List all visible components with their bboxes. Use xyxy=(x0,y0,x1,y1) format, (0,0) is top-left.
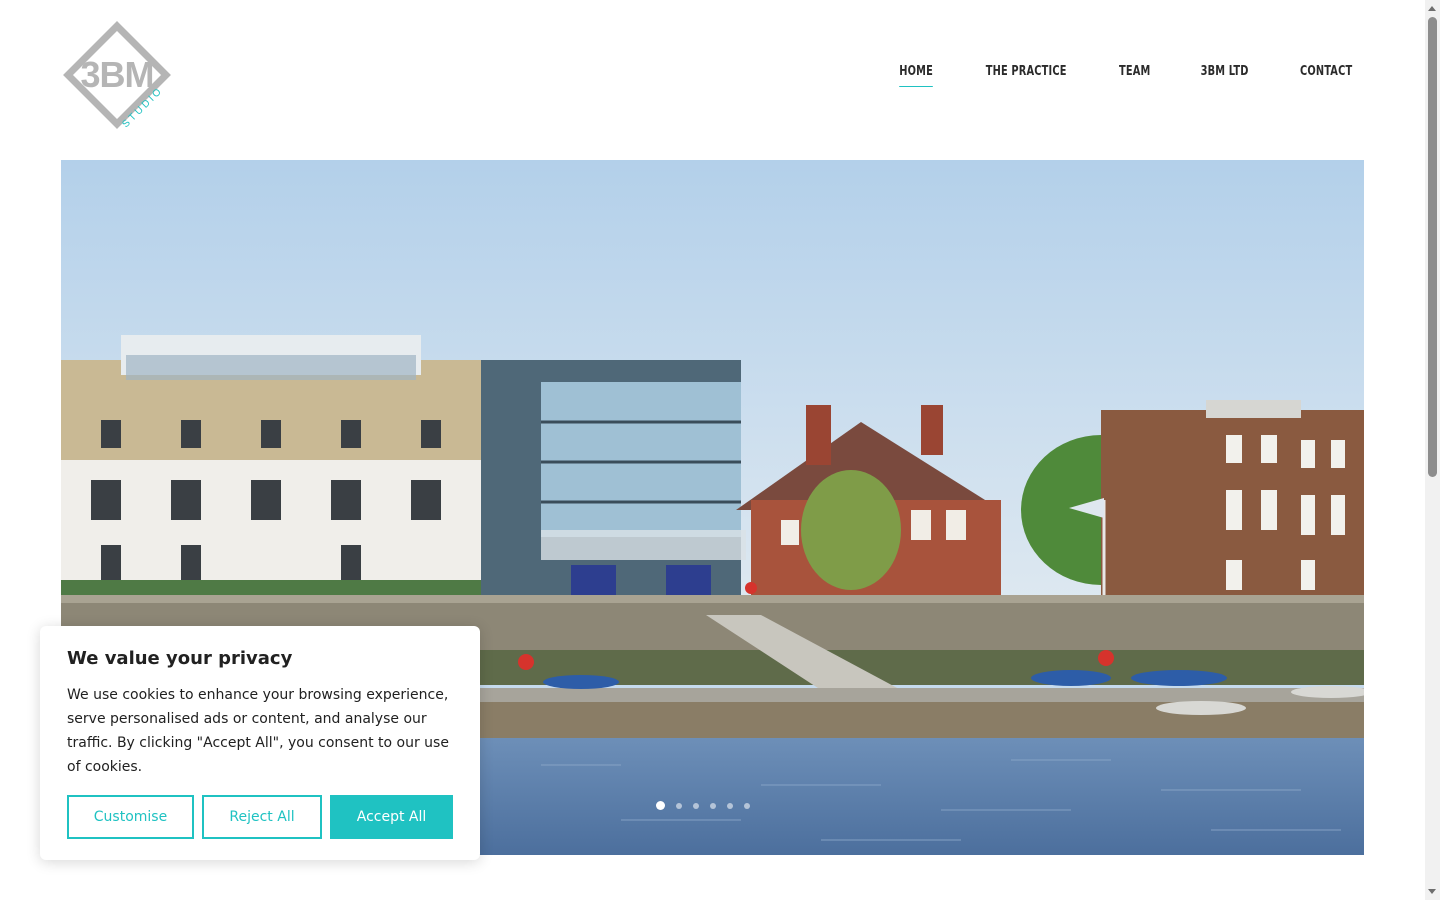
site-logo[interactable]: 3BM STUDIO xyxy=(60,20,180,132)
nav-item-the-practice[interactable]: THE PRACTICE xyxy=(985,64,1066,79)
nav-item-contact[interactable]: CONTACT xyxy=(1300,64,1352,79)
site-header: 3BM STUDIO HOME THE PRACTICE TEAM 3BM LT… xyxy=(0,0,1425,160)
slider-dot-1[interactable] xyxy=(656,801,665,810)
cookie-banner-actions: Customise Reject All Accept All xyxy=(67,795,453,839)
accept-all-button[interactable]: Accept All xyxy=(330,795,453,839)
page-scrollbar[interactable] xyxy=(1425,0,1440,900)
cookie-banner-title: We value your privacy xyxy=(67,648,293,669)
slider-dot-2[interactable] xyxy=(676,802,682,809)
slider-pagination xyxy=(656,801,750,810)
logo-main-text: 3BM xyxy=(80,54,153,95)
slider-dot-6[interactable] xyxy=(744,802,750,809)
reject-all-button[interactable]: Reject All xyxy=(202,795,322,839)
slider-dot-4[interactable] xyxy=(710,802,716,809)
customise-button[interactable]: Customise xyxy=(67,795,194,839)
scrollbar-thumb[interactable] xyxy=(1428,17,1437,477)
nav-item-3bm-ltd[interactable]: 3BM LTD xyxy=(1200,64,1248,79)
slider-dot-3[interactable] xyxy=(693,802,699,809)
main-nav: HOME THE PRACTICE TEAM 3BM LTD CONTACT xyxy=(896,64,1357,87)
nav-item-home[interactable]: HOME xyxy=(898,64,933,87)
scroll-down-arrow-icon[interactable] xyxy=(1428,889,1436,894)
cookie-banner-text: We use cookies to enhance your browsing … xyxy=(67,687,449,775)
nav-item-team[interactable]: TEAM xyxy=(1119,64,1150,79)
scroll-up-arrow-icon[interactable] xyxy=(1428,6,1436,11)
slider-dot-5[interactable] xyxy=(727,802,733,809)
logo-diamond-icon: 3BM STUDIO xyxy=(63,21,171,130)
cookie-consent-banner: We value your privacy We use cookies to … xyxy=(40,626,480,860)
